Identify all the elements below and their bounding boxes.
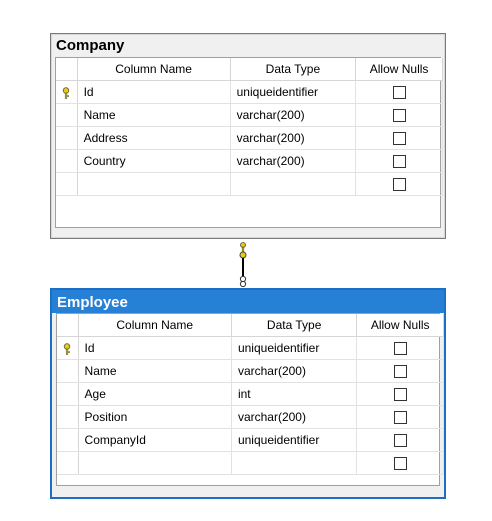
- column-name-cell[interactable]: CompanyId: [78, 428, 232, 452]
- column-grid: Column Name Data Type Allow Nulls Id uni…: [55, 57, 443, 228]
- allow-nulls-checkbox[interactable]: [392, 155, 406, 169]
- table-row[interactable]: [56, 172, 443, 196]
- row-selector-header: [57, 314, 79, 337]
- row-selector[interactable]: [56, 80, 78, 104]
- allow-nulls-checkbox[interactable]: [393, 434, 407, 448]
- allow-nulls-checkbox[interactable]: [392, 132, 406, 146]
- column-name-cell[interactable]: Address: [77, 126, 231, 150]
- allow-nulls-cell[interactable]: [355, 103, 443, 127]
- column-name-header: Column Name: [78, 314, 232, 337]
- data-type-cell[interactable]: varchar(200): [230, 149, 357, 173]
- table-row[interactable]: [57, 451, 444, 475]
- data-type-cell[interactable]: uniqueidentifier: [230, 80, 357, 104]
- allow-nulls-cell[interactable]: [356, 405, 444, 429]
- row-selector[interactable]: [57, 451, 79, 475]
- column-name-cell[interactable]: [78, 451, 232, 475]
- allow-nulls-checkbox[interactable]: [392, 86, 406, 100]
- allow-nulls-header: Allow Nulls: [356, 314, 444, 337]
- allow-nulls-cell[interactable]: [355, 172, 443, 196]
- row-selector[interactable]: [57, 405, 79, 429]
- table-row[interactable]: Name varchar(200): [57, 359, 444, 383]
- row-selector[interactable]: [56, 126, 78, 150]
- allow-nulls-cell[interactable]: [356, 428, 444, 452]
- row-selector[interactable]: [56, 172, 78, 196]
- column-name-cell[interactable]: Id: [78, 336, 232, 360]
- allow-nulls-checkbox[interactable]: [392, 109, 406, 123]
- table-title[interactable]: Company: [51, 34, 445, 56]
- allow-nulls-checkbox[interactable]: [393, 457, 407, 471]
- data-type-cell[interactable]: varchar(200): [230, 126, 357, 150]
- row-selector[interactable]: [56, 149, 78, 173]
- table-row[interactable]: Position varchar(200): [57, 405, 444, 429]
- column-name-cell[interactable]: [77, 172, 231, 196]
- allow-nulls-cell[interactable]: [356, 359, 444, 383]
- data-type-header: Data Type: [230, 58, 357, 81]
- table-row[interactable]: CompanyId uniqueidentifier: [57, 428, 444, 452]
- allow-nulls-cell[interactable]: [356, 382, 444, 406]
- allow-nulls-cell[interactable]: [355, 126, 443, 150]
- data-type-cell[interactable]: [230, 172, 357, 196]
- column-name-cell[interactable]: Age: [78, 382, 232, 406]
- allow-nulls-checkbox[interactable]: [393, 388, 407, 402]
- column-name-cell[interactable]: Country: [77, 149, 231, 173]
- data-type-cell[interactable]: varchar(200): [231, 405, 358, 429]
- allow-nulls-cell[interactable]: [355, 149, 443, 173]
- allow-nulls-cell[interactable]: [356, 451, 444, 475]
- table-row[interactable]: Address varchar(200): [56, 126, 443, 150]
- row-selector[interactable]: [57, 336, 79, 360]
- allow-nulls-checkbox[interactable]: [393, 411, 407, 425]
- table-row[interactable]: Age int: [57, 382, 444, 406]
- table-title[interactable]: Employee: [52, 290, 444, 313]
- row-selector[interactable]: [57, 428, 79, 452]
- allow-nulls-cell[interactable]: [356, 336, 444, 360]
- row-selector[interactable]: [57, 382, 79, 406]
- data-type-cell[interactable]: varchar(200): [230, 103, 357, 127]
- column-grid: Column Name Data Type Allow Nulls Id uni…: [56, 313, 444, 486]
- data-type-cell[interactable]: [231, 451, 358, 475]
- column-name-cell[interactable]: Name: [77, 103, 231, 127]
- allow-nulls-cell[interactable]: [355, 80, 443, 104]
- column-name-cell[interactable]: Name: [78, 359, 232, 383]
- header-row: Column Name Data Type Allow Nulls: [57, 314, 444, 337]
- column-name-cell[interactable]: Position: [78, 405, 232, 429]
- key-icon: [64, 343, 71, 355]
- allow-nulls-checkbox[interactable]: [392, 178, 406, 192]
- table-row[interactable]: Name varchar(200): [56, 103, 443, 127]
- data-type-cell[interactable]: uniqueidentifier: [231, 428, 358, 452]
- column-name-cell[interactable]: Id: [77, 80, 231, 104]
- data-type-cell[interactable]: uniqueidentifier: [231, 336, 358, 360]
- data-type-cell[interactable]: varchar(200): [231, 359, 358, 383]
- row-selector[interactable]: [57, 359, 79, 383]
- allow-nulls-checkbox[interactable]: [393, 342, 407, 356]
- table-row[interactable]: Country varchar(200): [56, 149, 443, 173]
- allow-nulls-checkbox[interactable]: [393, 365, 407, 379]
- column-name-header: Column Name: [77, 58, 231, 81]
- table-row[interactable]: Id uniqueidentifier: [56, 80, 443, 104]
- employee-table[interactable]: Employee Column Name Data Type Allow Nul…: [50, 288, 446, 499]
- data-type-cell[interactable]: int: [231, 382, 358, 406]
- table-row[interactable]: Id uniqueidentifier: [57, 336, 444, 360]
- header-row: Column Name Data Type Allow Nulls: [56, 58, 443, 81]
- company-table[interactable]: Company Column Name Data Type Allow Null…: [50, 33, 446, 239]
- allow-nulls-header: Allow Nulls: [355, 58, 443, 81]
- data-type-header: Data Type: [231, 314, 358, 337]
- key-icon: [63, 87, 70, 99]
- row-selector[interactable]: [56, 103, 78, 127]
- relationship-connector-icon[interactable]: [236, 240, 250, 289]
- row-selector-header: [56, 58, 78, 81]
